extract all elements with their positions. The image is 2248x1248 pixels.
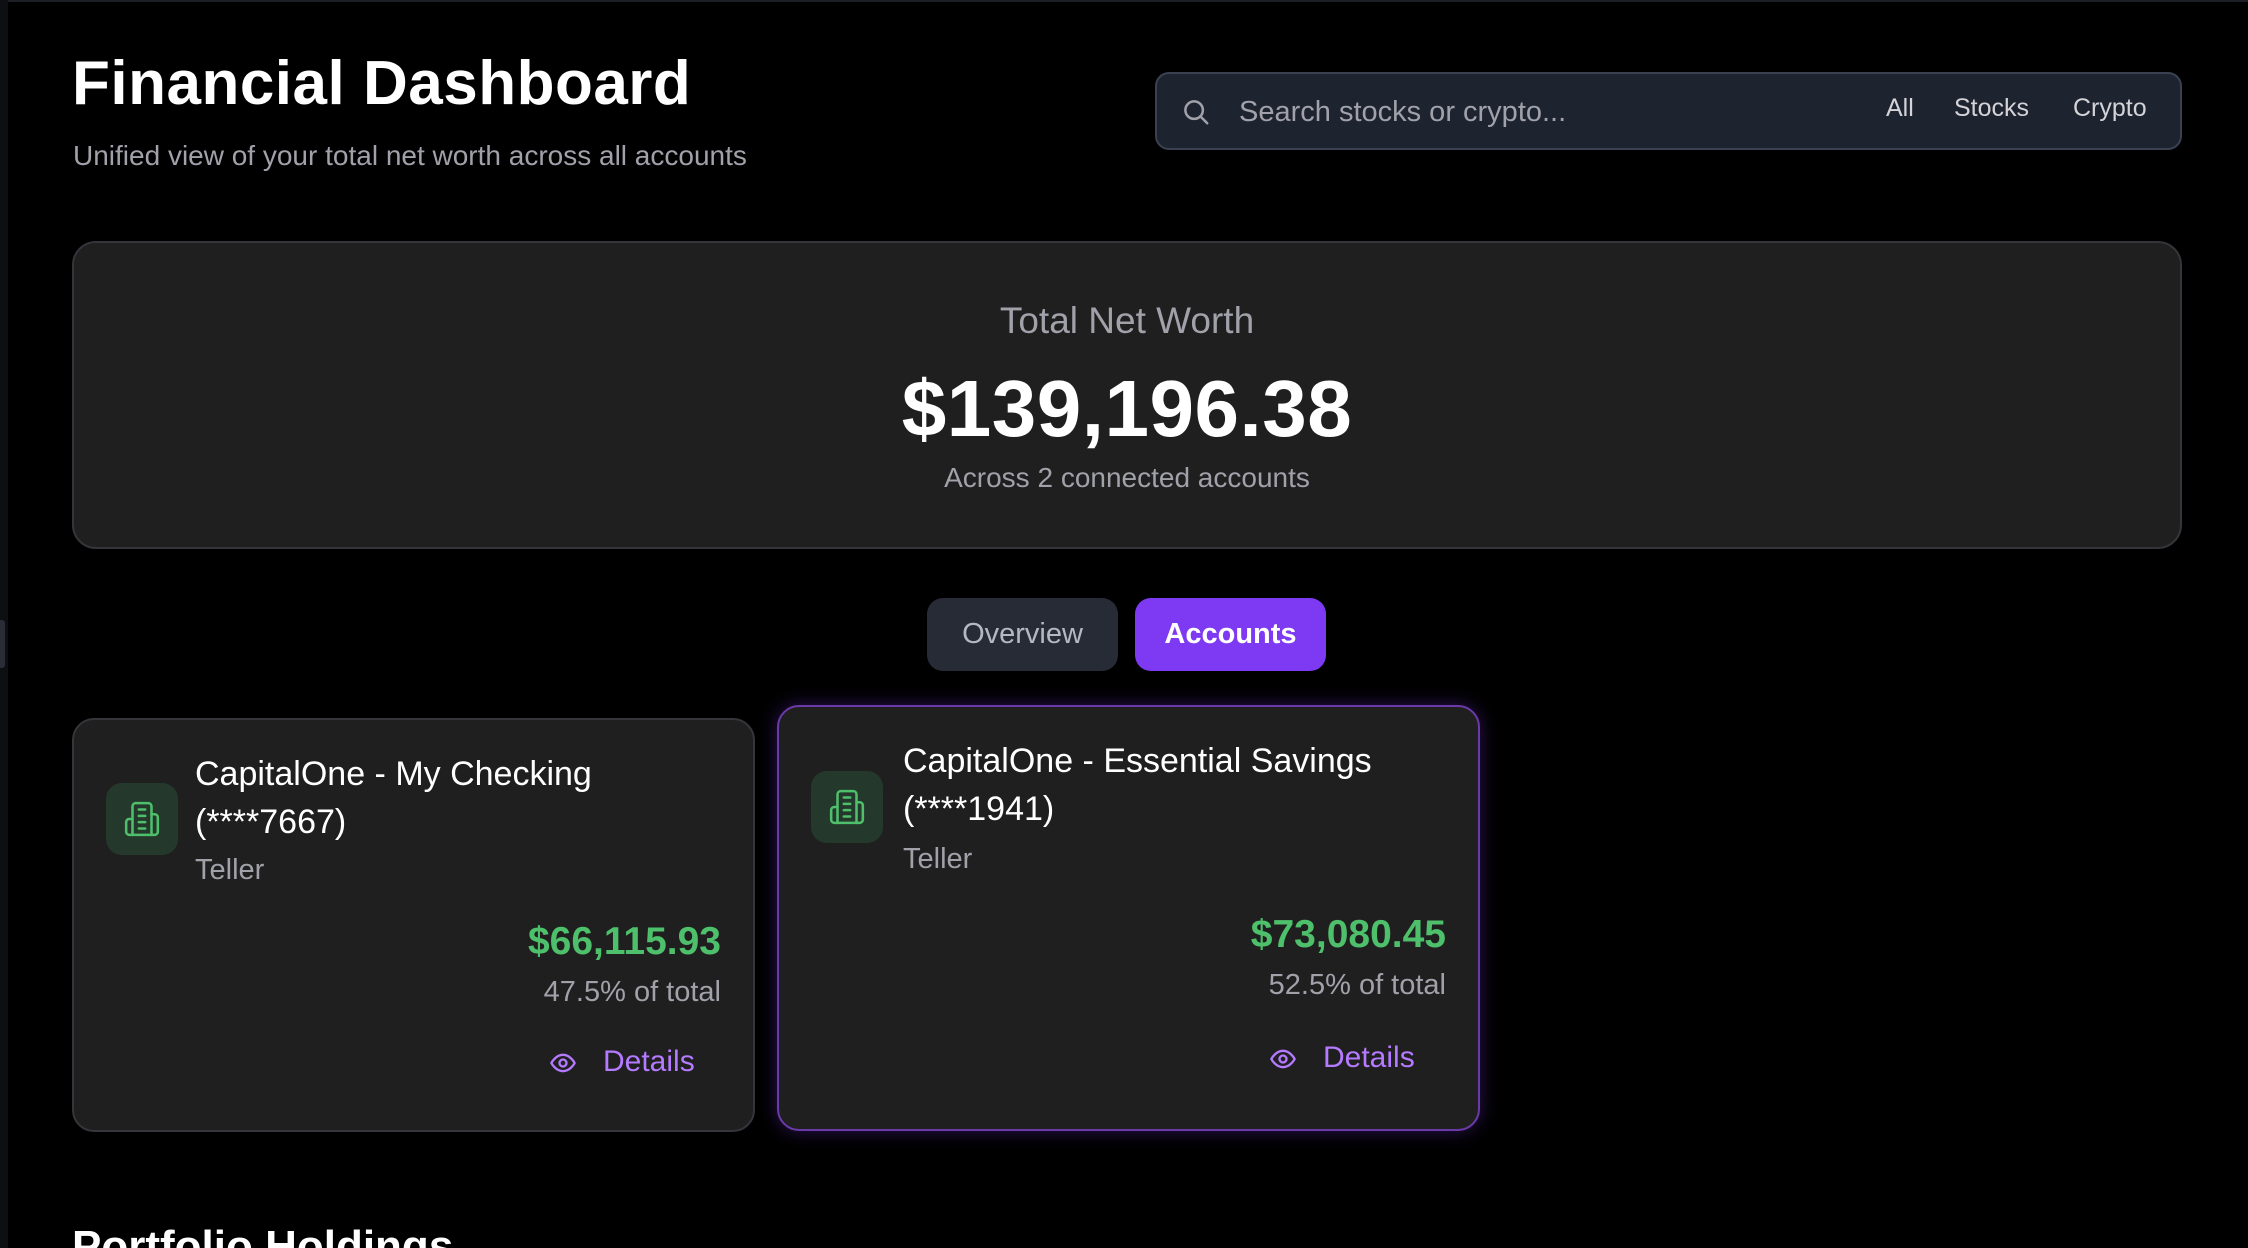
sidebar-handle[interactable] (0, 620, 5, 668)
page-subtitle: Unified view of your total net worth acr… (73, 140, 747, 171)
search-icon (1184, 100, 1209, 125)
filter-stocks[interactable]: Stocks (1954, 94, 2029, 123)
account-name-line: CapitalOne - My Checking (195, 755, 592, 793)
details-label: Details (603, 1045, 695, 1078)
details-button[interactable]: Details (547, 1041, 707, 1085)
details-label: Details (1323, 1041, 1415, 1074)
net-worth-label: Total Net Worth (999, 300, 1255, 341)
net-worth-value: $139,196.38 (901, 364, 1353, 453)
eye-icon (550, 1053, 576, 1073)
account-number: (****1941) (903, 790, 1055, 828)
tab-overview[interactable]: Overview (927, 598, 1118, 671)
eye-icon (1270, 1049, 1296, 1069)
account-balance: $73,080.45 (1250, 913, 1446, 956)
bank-icon-container (811, 771, 883, 843)
account-name-line: CapitalOne - Essential Savings (903, 742, 1372, 780)
details-button[interactable]: Details (1267, 1037, 1437, 1081)
filter-crypto[interactable]: Crypto (2073, 94, 2147, 123)
page-title: Financial Dashboard (72, 49, 692, 118)
account-percent: 52.5% of total (1268, 969, 1446, 1001)
net-worth-caption: Across 2 connected accounts (944, 462, 1310, 493)
net-worth-card: Total Net Worth $139,196.38 Across 2 con… (72, 241, 2182, 549)
account-name: CapitalOne - My Checking (****7667) (195, 750, 592, 846)
account-number: (****7667) (195, 803, 347, 841)
search-input[interactable] (1239, 92, 1839, 132)
account-balance: $66,115.93 (527, 920, 721, 963)
account-percent: 47.5% of total (543, 976, 721, 1008)
tab-accounts[interactable]: Accounts (1135, 598, 1326, 671)
search-bar[interactable]: All Stocks Crypto (1155, 72, 2182, 150)
bank-building-icon (829, 789, 865, 825)
bank-building-icon (124, 801, 160, 837)
account-card[interactable]: CapitalOne - My Checking (****7667) Tell… (72, 718, 755, 1132)
account-name: CapitalOne - Essential Savings (****1941… (903, 737, 1372, 833)
account-card[interactable]: CapitalOne - Essential Savings (****1941… (777, 705, 1480, 1131)
filter-all[interactable]: All (1886, 94, 1914, 123)
account-provider: Teller (903, 843, 973, 875)
bank-icon-container (106, 783, 178, 855)
portfolio-holdings-title: Portfolio Holdings (72, 1222, 454, 1248)
account-provider: Teller (195, 854, 265, 886)
dashboard-page: Financial Dashboard Unified view of your… (72, 0, 2182, 1248)
